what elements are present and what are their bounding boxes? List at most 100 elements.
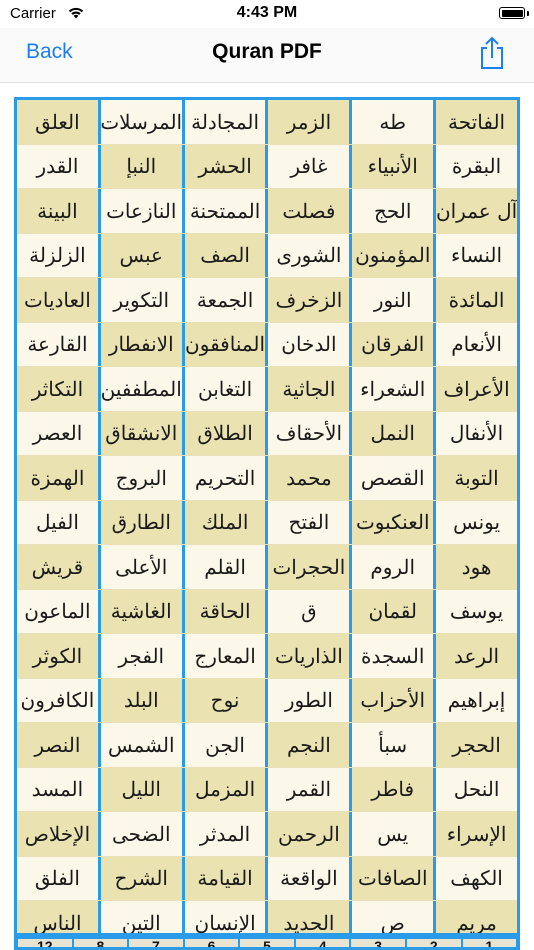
surah-cell[interactable]: سبأ xyxy=(352,723,437,767)
surah-cell[interactable]: الهمزة xyxy=(17,456,101,500)
surah-cell[interactable]: النور xyxy=(352,278,437,322)
surah-cell[interactable]: الكافرون xyxy=(17,678,101,722)
surah-cell[interactable]: الجاثية xyxy=(268,367,353,411)
surah-cell[interactable]: السجدة xyxy=(352,634,437,678)
surah-cell[interactable]: الكوثر xyxy=(17,634,101,678)
surah-cell[interactable]: القلم xyxy=(184,545,269,589)
surah-cell[interactable]: الفتح xyxy=(268,500,353,544)
surah-cell[interactable]: البلد xyxy=(100,678,185,722)
surah-cell[interactable]: القمر xyxy=(268,767,353,811)
surah-cell[interactable]: الزلزلة xyxy=(17,233,101,277)
surah-cell[interactable]: الانفطار xyxy=(100,322,185,366)
surah-cell[interactable]: المعارج xyxy=(184,634,269,678)
surah-cell[interactable]: إبراهيم xyxy=(436,678,517,722)
surah-cell[interactable]: البروج xyxy=(100,456,185,500)
surah-cell[interactable]: طه xyxy=(352,100,437,144)
surah-cell[interactable]: المزمل xyxy=(184,767,269,811)
surah-cell[interactable]: غافر xyxy=(268,144,353,188)
surah-cell[interactable]: الإسراء xyxy=(436,812,517,856)
surah-cell[interactable]: لقمان xyxy=(352,589,437,633)
surah-cell[interactable]: القصص xyxy=(352,456,437,500)
surah-cell[interactable]: القيامة xyxy=(184,856,269,900)
surah-cell[interactable]: النحل xyxy=(436,767,517,811)
surah-cell[interactable]: قريش xyxy=(17,545,101,589)
surah-cell[interactable]: التغابن xyxy=(184,367,269,411)
surah-cell[interactable]: التحريم xyxy=(184,456,269,500)
surah-cell[interactable]: الطارق xyxy=(100,500,185,544)
surah-cell[interactable]: المطففين xyxy=(100,367,185,411)
surah-cell[interactable]: يوسف xyxy=(436,589,517,633)
surah-cell[interactable]: العاديات xyxy=(17,278,101,322)
surah-cell[interactable]: الحجرات xyxy=(268,545,353,589)
surah-cell[interactable]: الفجر xyxy=(100,634,185,678)
surah-cell[interactable]: الأحقاف xyxy=(268,411,353,455)
surah-cell[interactable]: الشعراء xyxy=(352,367,437,411)
surah-cell[interactable]: آل عمران xyxy=(436,189,517,233)
surah-cell[interactable]: الطور xyxy=(268,678,353,722)
surah-cell[interactable]: الأنفال xyxy=(436,411,517,455)
surah-cell[interactable]: الأحزاب xyxy=(352,678,437,722)
surah-cell[interactable]: الأنبياء xyxy=(352,144,437,188)
surah-cell[interactable]: البينة xyxy=(17,189,101,233)
surah-cell[interactable]: عبس xyxy=(100,233,185,277)
surah-cell[interactable]: المائدة xyxy=(436,278,517,322)
surah-cell[interactable]: الذاريات xyxy=(268,634,353,678)
surah-cell[interactable]: الملك xyxy=(184,500,269,544)
surah-cell[interactable]: التكاثر xyxy=(17,367,101,411)
surah-cell[interactable]: فاطر xyxy=(352,767,437,811)
surah-cell[interactable]: القارعة xyxy=(17,322,101,366)
surah-cell[interactable]: الانشقاق xyxy=(100,411,185,455)
surah-cell[interactable]: الحاقة xyxy=(184,589,269,633)
surah-cell[interactable]: المنافقون xyxy=(184,322,269,366)
surah-cell[interactable]: نوح xyxy=(184,678,269,722)
surah-cell[interactable]: الرحمن xyxy=(268,812,353,856)
surah-cell[interactable]: الحجر xyxy=(436,723,517,767)
surah-cell[interactable]: الكهف xyxy=(436,856,517,900)
surah-cell[interactable]: النصر xyxy=(17,723,101,767)
pdf-page[interactable]: العلق المرسلات المجادلة الزمر طه الفاتحة القدر… xyxy=(14,97,520,950)
surah-cell[interactable]: الأنعام xyxy=(436,322,517,366)
surah-cell[interactable]: الأعلى xyxy=(100,545,185,589)
surah-cell[interactable]: العنكبوت xyxy=(352,500,437,544)
surah-cell[interactable]: العصر xyxy=(17,411,101,455)
surah-cell[interactable]: النمل xyxy=(352,411,437,455)
surah-cell[interactable]: الصافات xyxy=(352,856,437,900)
surah-cell[interactable]: الحشر xyxy=(184,144,269,188)
surah-cell[interactable]: الفرقان xyxy=(352,322,437,366)
surah-cell[interactable]: يونس xyxy=(436,500,517,544)
surah-cell[interactable]: الدخان xyxy=(268,322,353,366)
surah-cell[interactable]: المؤمنون xyxy=(352,233,437,277)
surah-cell[interactable]: الشرح xyxy=(100,856,185,900)
surah-cell[interactable]: المرسلات xyxy=(100,100,185,144)
surah-cell[interactable]: الحج xyxy=(352,189,437,233)
surah-cell[interactable]: الزمر xyxy=(268,100,353,144)
surah-cell[interactable]: الجمعة xyxy=(184,278,269,322)
surah-cell[interactable]: التكوير xyxy=(100,278,185,322)
surah-cell[interactable]: فصلت xyxy=(268,189,353,233)
surah-cell[interactable]: الزخرف xyxy=(268,278,353,322)
surah-cell[interactable]: النساء xyxy=(436,233,517,277)
surah-cell[interactable]: الأعراف xyxy=(436,367,517,411)
share-icon[interactable] xyxy=(478,36,506,70)
surah-cell[interactable]: يس xyxy=(352,812,437,856)
surah-cell[interactable]: المسد xyxy=(17,767,101,811)
surah-cell[interactable]: هود xyxy=(436,545,517,589)
surah-cell[interactable]: النبإ xyxy=(100,144,185,188)
surah-cell[interactable]: ق xyxy=(268,589,353,633)
surah-cell[interactable]: الرعد xyxy=(436,634,517,678)
surah-cell[interactable]: البقرة xyxy=(436,144,517,188)
surah-cell[interactable]: المجادلة xyxy=(184,100,269,144)
surah-cell[interactable]: الشمس xyxy=(100,723,185,767)
surah-cell[interactable]: الماعون xyxy=(17,589,101,633)
surah-cell[interactable]: الفلق xyxy=(17,856,101,900)
surah-cell[interactable]: التوبة xyxy=(436,456,517,500)
surah-cell[interactable]: الإخلاص xyxy=(17,812,101,856)
surah-cell[interactable]: الصف xyxy=(184,233,269,277)
surah-cell[interactable]: الروم xyxy=(352,545,437,589)
surah-cell[interactable]: الممتحنة xyxy=(184,189,269,233)
surah-cell[interactable]: الفاتحة xyxy=(436,100,517,144)
surah-cell[interactable]: الضحى xyxy=(100,812,185,856)
surah-cell[interactable]: المدثر xyxy=(184,812,269,856)
surah-cell[interactable]: الشورى xyxy=(268,233,353,277)
surah-cell[interactable]: الليل xyxy=(100,767,185,811)
